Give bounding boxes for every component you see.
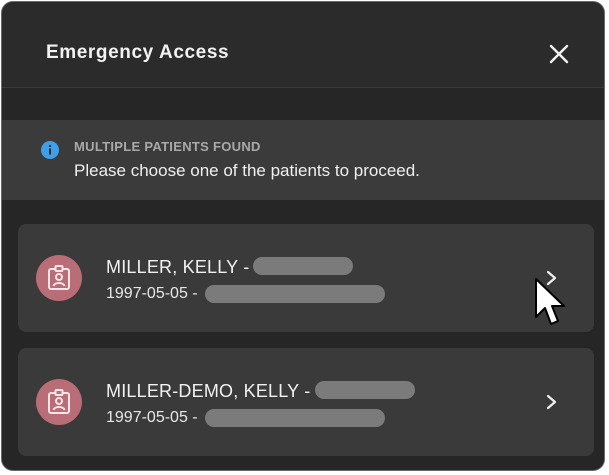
redacted-id xyxy=(253,257,353,275)
info-message: Please choose one of the patients to pro… xyxy=(74,161,420,180)
patient-card[interactable]: MILLER, KELLY - 1997-05-05 - xyxy=(18,224,594,332)
dialog-title: Emergency Access xyxy=(46,42,230,63)
patient-card[interactable]: MILLER-DEMO, KELLY - 1997-05-05 - xyxy=(18,348,594,456)
patient-dob: 1997-05-05 - xyxy=(106,409,198,426)
redacted-identifier xyxy=(205,285,385,303)
dialog-header: Emergency Access xyxy=(2,2,604,88)
chevron-right-icon xyxy=(546,394,557,410)
redacted-id xyxy=(315,381,415,399)
patient-avatar xyxy=(36,379,82,425)
info-banner xyxy=(2,120,604,200)
patient-dob: 1997-05-05 - xyxy=(106,285,198,302)
info-heading: MULTIPLE PATIENTS FOUND xyxy=(74,139,261,154)
header-spacer xyxy=(2,88,604,120)
patient-avatar xyxy=(36,255,82,301)
close-button[interactable] xyxy=(545,40,573,68)
patient-badge-icon xyxy=(48,265,70,290)
emergency-access-dialog: Emergency Access MULTIPLE PATIENTS FOUND… xyxy=(1,1,605,471)
patient-name: MILLER-DEMO, KELLY - xyxy=(106,381,311,401)
patient-name: MILLER, KELLY - xyxy=(106,257,250,277)
chevron-right-icon xyxy=(546,270,557,286)
redacted-identifier xyxy=(205,409,385,427)
close-icon xyxy=(549,44,569,64)
info-icon xyxy=(41,141,59,159)
patient-badge-icon xyxy=(48,389,70,414)
